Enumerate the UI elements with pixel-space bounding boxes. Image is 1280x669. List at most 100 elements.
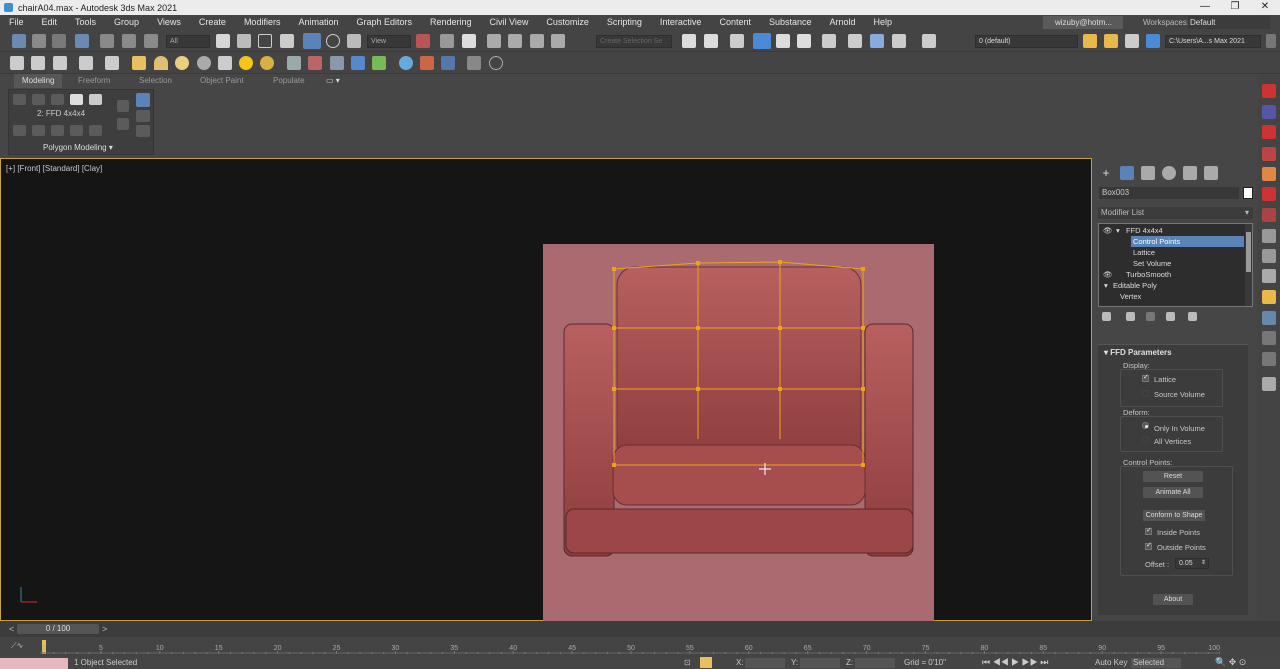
offset-spinner[interactable]: 0.05 ⇕ — [1175, 558, 1209, 569]
particle-icon[interactable] — [330, 56, 344, 70]
stack-item-lattice[interactable]: Lattice — [1099, 247, 1244, 258]
frame-display[interactable]: 0 / 100 — [17, 624, 99, 634]
object-name-field[interactable]: Box003 — [1099, 187, 1239, 199]
rotate-icon[interactable] — [326, 34, 340, 48]
collapse-stack-icon[interactable] — [136, 110, 150, 122]
chain-icon[interactable] — [122, 34, 136, 48]
right-tool-5-icon[interactable] — [1262, 167, 1276, 181]
chair-model[interactable] — [1, 159, 1091, 620]
key-mode-dropdown[interactable]: Selected — [1131, 658, 1181, 668]
outside-points-checkbox[interactable] — [1145, 541, 1152, 550]
right-tool-14-icon[interactable] — [1262, 352, 1276, 366]
menu-arnold[interactable]: Arnold — [830, 15, 856, 30]
modifier-tool-5-icon[interactable] — [89, 125, 102, 136]
time-next-icon[interactable]: > — [102, 624, 107, 634]
right-tool-3-icon[interactable] — [1262, 125, 1276, 139]
reset-button[interactable]: Reset — [1143, 471, 1203, 482]
motion-tab-icon[interactable] — [1162, 166, 1176, 180]
right-tool-11-icon[interactable] — [1262, 290, 1276, 304]
time-slider[interactable]: < 0 / 100 > — [0, 621, 1280, 637]
menu-rendering[interactable]: Rendering — [430, 15, 472, 30]
modifier-list-dropdown[interactable]: Modifier List ▾ — [1098, 207, 1253, 219]
toolbar-overflow-icon[interactable] — [1266, 34, 1276, 48]
right-tool-13-icon[interactable] — [1262, 331, 1276, 345]
z-coordinate-field[interactable] — [855, 658, 895, 668]
tab-modeling[interactable]: Modeling — [14, 74, 63, 88]
right-tool-15-icon[interactable] — [1262, 377, 1276, 391]
tab-freeform[interactable]: Freeform — [78, 74, 110, 88]
stack-item-control-points[interactable]: Control Points — [1131, 236, 1244, 247]
spinner-snap-icon[interactable] — [551, 34, 565, 48]
close-button[interactable]: ✕ — [1250, 0, 1280, 15]
element-mode-icon[interactable] — [89, 94, 102, 105]
workspace-dropdown[interactable]: Default — [1188, 16, 1270, 29]
viewport-nav-controls[interactable]: 🔍 ✥ ⊙ — [1215, 657, 1246, 668]
animate-all-button[interactable]: Animate All — [1143, 487, 1203, 498]
polygon-mode-icon[interactable] — [70, 94, 83, 105]
polygon-modeling-menu[interactable]: Polygon Modeling ▾ — [43, 143, 113, 152]
track-bar-toggle-icon[interactable]: ⟋∿ — [11, 641, 23, 651]
color-grid-icon[interactable] — [420, 56, 434, 70]
archive-icon[interactable] — [467, 56, 481, 70]
rectangle-selection-icon[interactable] — [258, 34, 272, 48]
utilities-tab-icon[interactable] — [1204, 166, 1218, 180]
menu-graph-editors[interactable]: Graph Editors — [356, 15, 412, 30]
modifier-tool-4-icon[interactable] — [70, 125, 83, 136]
named-selection-input[interactable]: Create Selection Se — [596, 35, 672, 48]
menu-animation[interactable]: Animation — [298, 15, 338, 30]
menu-file[interactable]: File — [9, 15, 24, 30]
render-sphere-icon[interactable] — [399, 56, 413, 70]
make-unique-icon[interactable] — [1146, 312, 1155, 321]
pin-stack-icon[interactable] — [136, 125, 150, 137]
expand-arrow-icon[interactable]: ▾ — [1104, 280, 1108, 291]
menu-scripting[interactable]: Scripting — [607, 15, 642, 30]
toggle-scene-explorer-icon[interactable] — [730, 34, 744, 48]
scatter-icon[interactable] — [287, 56, 301, 70]
sphere-primitive-icon[interactable] — [175, 56, 189, 70]
dome-primitive-icon[interactable] — [154, 56, 168, 70]
object-color-swatch[interactable] — [1243, 187, 1253, 199]
menu-modifiers[interactable]: Modifiers — [244, 15, 281, 30]
lock-icon[interactable]: ⊡ — [684, 658, 691, 667]
menu-substance[interactable]: Substance — [769, 15, 812, 30]
auto-key-button[interactable]: Auto Key — [1095, 658, 1127, 667]
edge-mode-icon[interactable] — [32, 94, 45, 105]
layer-properties-icon[interactable] — [1146, 34, 1160, 48]
right-tool-1-icon[interactable] — [1262, 84, 1276, 98]
chair-base[interactable] — [565, 508, 914, 554]
teapot-primitive-icon[interactable] — [197, 56, 211, 70]
playback-controls[interactable]: ⏮ ◀◀ ▶ ▶▶ ⏭ — [982, 657, 1048, 668]
front-viewport[interactable]: [+] [Front] [Standard] [Clay] — [0, 158, 1092, 621]
ribbon-options-icon[interactable]: ▭ ▾ — [326, 74, 340, 88]
stack-item-turbosmooth[interactable]: 👁 TurboSmooth — [1099, 269, 1244, 280]
menu-tools[interactable]: Tools — [75, 15, 96, 30]
select-object-icon[interactable] — [216, 34, 230, 48]
select-by-name-icon[interactable] — [237, 34, 251, 48]
show-end-result-icon[interactable] — [136, 93, 150, 107]
user-account-button[interactable]: wizuby@hotm... — [1043, 16, 1123, 29]
cloth-icon[interactable] — [351, 56, 365, 70]
right-tool-9-icon[interactable] — [1262, 249, 1276, 263]
keyboard-shortcut-icon[interactable] — [462, 34, 476, 48]
eye-icon[interactable]: 👁 — [1103, 225, 1113, 236]
layers-icon[interactable] — [922, 34, 936, 48]
x-coordinate-field[interactable] — [745, 658, 785, 668]
menu-content[interactable]: Content — [719, 15, 751, 30]
box-primitive-icon[interactable] — [132, 56, 146, 70]
extra-tool-3-icon[interactable] — [53, 56, 67, 70]
mirror-icon[interactable] — [682, 34, 696, 48]
about-button[interactable]: About — [1153, 594, 1193, 605]
create-tab-icon[interactable]: + — [1099, 166, 1113, 180]
redo-icon[interactable] — [32, 34, 46, 48]
curve-editor-icon[interactable] — [797, 34, 811, 48]
selection-filter-dropdown[interactable]: All — [166, 35, 210, 48]
unlink-icon[interactable] — [100, 34, 114, 48]
chair-backrest[interactable] — [616, 266, 862, 464]
bind-space-warp-icon[interactable] — [75, 34, 89, 48]
menu-edit[interactable]: Edit — [42, 15, 58, 30]
right-tool-6-icon[interactable] — [1262, 187, 1276, 201]
move-icon[interactable] — [303, 33, 321, 49]
configure-sets-icon[interactable] — [1188, 312, 1197, 321]
hierarchy-tab-icon[interactable] — [1141, 166, 1155, 180]
tab-object-paint[interactable]: Object Paint — [200, 74, 244, 88]
